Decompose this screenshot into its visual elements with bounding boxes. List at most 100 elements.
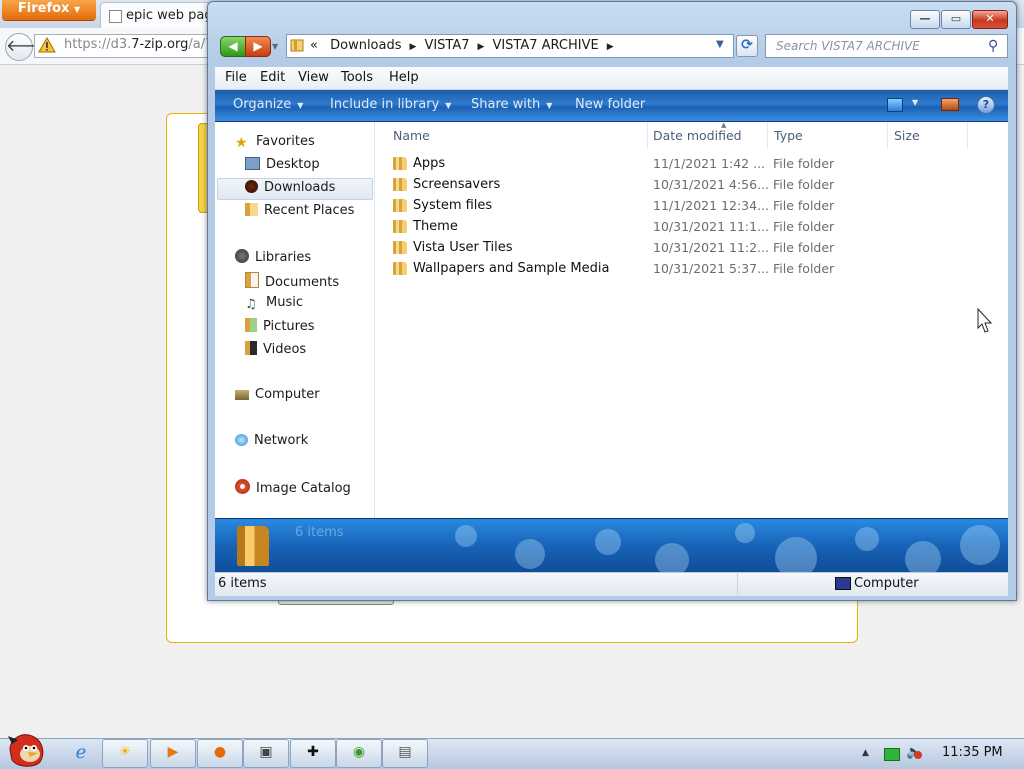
file-row[interactable]: Vista User Tiles 10/31/2021 11:2... File f… — [385, 237, 985, 258]
page-icon — [109, 10, 122, 23]
breadcrumb-separator-icon[interactable]: ▶ — [607, 42, 614, 52]
firefox-menu-button[interactable]: Firefox ▼ — [2, 0, 96, 20]
breadcrumb-downloads[interactable]: Downloads — [330, 38, 401, 53]
taskbar-weather-button[interactable]: ☀ — [102, 739, 148, 768]
tab-title: epic web pag — [126, 8, 213, 23]
back-arrow-icon[interactable]: 🡐 — [5, 33, 49, 61]
share-with-button[interactable]: Share with ▼ — [471, 97, 552, 112]
file-row[interactable]: Apps 11/1/2021 1:42 ... File folder — [385, 153, 985, 174]
file-name: Wallpapers and Sample Media — [413, 261, 610, 276]
chevron-down-icon[interactable]: ▼ — [912, 98, 918, 107]
taskbar-media-player-button[interactable]: ▶ — [150, 739, 196, 768]
column-header-type[interactable]: Type — [774, 128, 803, 143]
forward-button[interactable]: ▶ — [245, 36, 271, 57]
breadcrumb-vista7[interactable]: VISTA7 — [424, 38, 469, 53]
maximize-button[interactable]: ▭ — [941, 10, 971, 29]
breadcrumb-separator-icon[interactable]: ▶ — [410, 42, 417, 52]
nav-item-image-catalog[interactable]: Image Catalog — [235, 479, 351, 496]
folder-icon — [393, 157, 407, 170]
menu-file[interactable]: File — [225, 70, 247, 85]
open-folder-icon — [237, 526, 269, 566]
minimize-icon: — — [919, 12, 931, 25]
videos-icon — [245, 341, 257, 355]
taskbar-ie-button[interactable]: ℯ — [60, 739, 102, 768]
new-folder-button[interactable]: New folder — [575, 97, 645, 112]
file-row[interactable]: System files 11/1/2021 12:34... File folde… — [385, 195, 985, 216]
breadcrumb-overflow[interactable]: « — [310, 38, 318, 53]
file-row[interactable]: Screensavers 10/31/2021 4:56... File folde… — [385, 174, 985, 195]
file-row[interactable]: Theme 10/31/2021 11:1... File folder — [385, 216, 985, 237]
show-hidden-icons-icon[interactable]: ▲ — [862, 748, 869, 758]
decor-bubble — [595, 529, 621, 555]
organize-button[interactable]: Organize ▼ — [233, 97, 303, 112]
taskbar-plus-button[interactable]: ✚ — [290, 739, 336, 768]
nav-item-recent-places[interactable]: Recent Places — [245, 203, 354, 218]
breadcrumb-vista7-archive[interactable]: VISTA7 ARCHIVE — [492, 38, 598, 53]
file-type: File folder — [773, 240, 835, 255]
nav-item-pictures[interactable]: Pictures — [245, 318, 314, 334]
file-name: Theme — [413, 219, 458, 234]
explorer-window-icon: ▤ — [398, 744, 412, 760]
column-separator[interactable] — [887, 122, 888, 148]
file-name: System files — [413, 198, 493, 213]
column-separator[interactable] — [967, 122, 968, 148]
recent-pages-dropdown[interactable]: ▼ — [272, 42, 278, 51]
image-catalog-icon — [235, 479, 250, 494]
network-icon — [235, 434, 248, 446]
firefox-tab[interactable]: epic web pag — [100, 2, 213, 29]
network-status-icon[interactable] — [884, 748, 900, 761]
folder-icon — [393, 241, 407, 254]
nav-item-computer[interactable]: Computer — [235, 387, 320, 402]
status-divider — [737, 573, 738, 595]
column-header-size[interactable]: Size — [894, 128, 920, 143]
nav-item-favorites[interactable]: ★ Favorites — [235, 134, 315, 151]
address-dropdown-icon[interactable]: ▼ — [716, 39, 724, 50]
taskbar-clock[interactable]: 11:35 PM — [942, 745, 1003, 760]
column-separator[interactable] — [767, 122, 768, 148]
libraries-icon — [235, 249, 249, 263]
taskbar-explorer-button[interactable]: ▤ — [382, 739, 428, 768]
nav-item-desktop[interactable]: Desktop — [245, 157, 320, 172]
file-date: 10/31/2021 4:56... — [653, 177, 770, 192]
back-button[interactable]: ◀ — [220, 36, 246, 57]
taskbar-archive-button[interactable]: ▣ — [243, 739, 289, 768]
breadcrumb-separator-icon[interactable]: ▶ — [478, 42, 485, 52]
folder-icon — [393, 199, 407, 212]
taskbar-firefox-button[interactable]: ● — [197, 739, 243, 768]
menu-help[interactable]: Help — [389, 70, 419, 85]
column-header-name[interactable]: Name — [393, 128, 430, 143]
nav-item-downloads[interactable]: Downloads — [245, 180, 335, 195]
file-row[interactable]: Wallpapers and Sample Media 10/31/2021 5:… — [385, 258, 985, 279]
start-button-bird-icon[interactable] — [4, 730, 48, 768]
decor-bubble — [655, 543, 689, 572]
column-separator[interactable] — [647, 122, 648, 148]
computer-icon — [235, 390, 249, 400]
menu-tools[interactable]: Tools — [341, 70, 373, 85]
include-in-library-button[interactable]: Include in library ▼ — [330, 97, 451, 112]
internet-explorer-icon: ℯ — [75, 742, 87, 763]
downloads-icon — [245, 180, 258, 193]
maximize-icon: ▭ — [950, 12, 962, 25]
taskbar-vmware-button[interactable]: ◉ — [336, 739, 382, 768]
folder-icon — [393, 262, 407, 275]
nav-item-music[interactable]: ♫ Music — [245, 295, 303, 312]
menu-edit[interactable]: Edit — [260, 70, 285, 85]
change-view-icon[interactable] — [887, 98, 903, 112]
nav-item-videos[interactable]: Videos — [245, 341, 306, 357]
folder-icon — [393, 178, 407, 191]
folder-icon — [393, 220, 407, 233]
help-icon[interactable]: ? — [977, 96, 995, 114]
refresh-button[interactable]: ⟳ — [736, 35, 758, 57]
documents-icon — [245, 272, 259, 288]
menu-view[interactable]: View — [298, 70, 329, 85]
computer-icon — [835, 577, 851, 590]
column-header-date-modified[interactable]: Date modified — [653, 128, 742, 143]
search-icon[interactable]: ⚲ — [988, 38, 998, 54]
nav-item-documents[interactable]: Documents — [245, 272, 339, 290]
preview-pane-icon[interactable] — [941, 98, 959, 111]
minimize-button[interactable]: — — [910, 10, 940, 29]
desktop-icon — [245, 157, 260, 170]
close-button[interactable]: ✕ — [972, 10, 1008, 29]
nav-item-network[interactable]: Network — [235, 433, 308, 448]
nav-item-libraries[interactable]: Libraries — [235, 249, 311, 265]
